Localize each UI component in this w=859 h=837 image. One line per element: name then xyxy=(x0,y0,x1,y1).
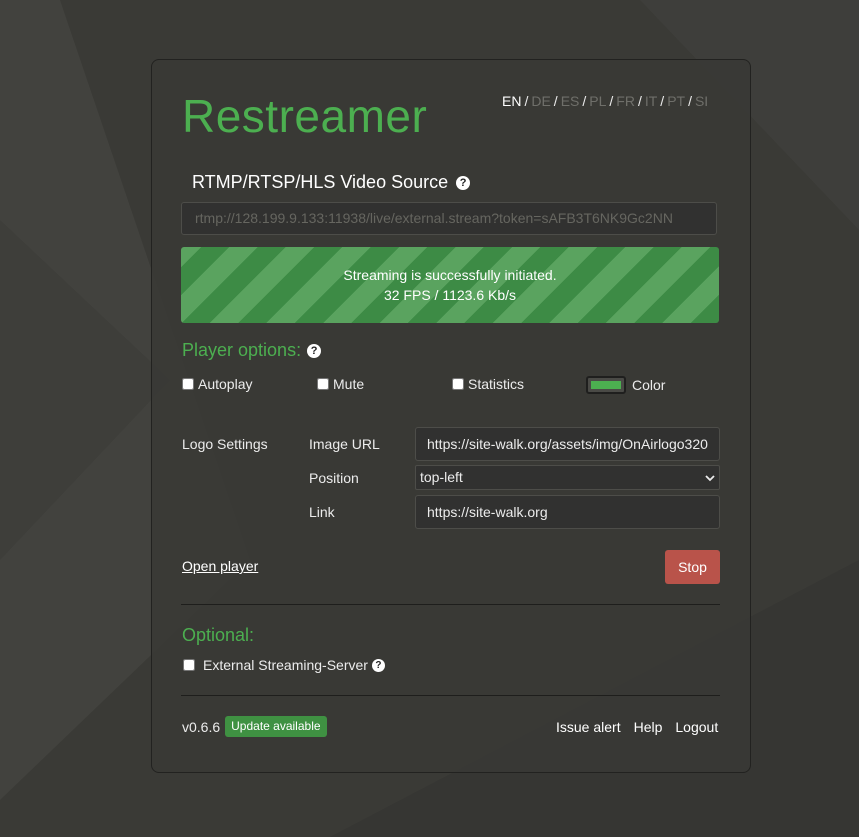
external-server-checkbox[interactable] xyxy=(183,659,195,671)
question-circle-icon[interactable]: ? xyxy=(371,658,385,672)
image-url-input[interactable]: https://site-walk.org/assets/img/OnAirlo… xyxy=(415,427,720,461)
divider xyxy=(181,604,720,605)
lang-it[interactable]: IT xyxy=(645,93,657,109)
external-server-row[interactable]: External Streaming-Server ? xyxy=(183,657,385,673)
question-circle-icon[interactable]: ? xyxy=(307,343,322,358)
mute-label: Mute xyxy=(333,376,365,392)
question-circle-icon[interactable]: ? xyxy=(456,175,471,190)
stop-button[interactable]: Stop xyxy=(665,550,720,584)
logout-link[interactable]: Logout xyxy=(675,719,718,735)
position-label: Position xyxy=(309,470,359,486)
color-swatch[interactable] xyxy=(586,376,626,394)
main-panel: Restreamer EN / DE / ES / PL / FR / IT / PT / SI RTMP/… xyxy=(151,59,751,773)
version-text: v0.6.6 xyxy=(182,718,221,735)
open-player-link[interactable]: Open player xyxy=(182,558,258,574)
footer-links: Issue alert Help Logout xyxy=(556,719,718,735)
position-select-value: top-left xyxy=(420,469,463,485)
logo-settings-label: Logo Settings xyxy=(182,436,268,452)
help-link[interactable]: Help xyxy=(634,719,663,735)
autoplay-label: Autoplay xyxy=(198,376,253,392)
update-badge[interactable]: Update available xyxy=(225,716,327,737)
app-logo-title: Restreamer xyxy=(182,90,428,142)
image-url-label: Image URL xyxy=(309,436,380,452)
color-label: Color xyxy=(632,377,666,393)
autoplay-checkbox[interactable] xyxy=(182,378,194,390)
streaming-status-banner: Streaming is successfully initiated. 32 … xyxy=(181,247,719,323)
lang-en[interactable]: EN xyxy=(502,93,521,109)
issue-alert-link[interactable]: Issue alert xyxy=(556,719,621,735)
lang-fr[interactable]: FR xyxy=(616,93,635,109)
status-message: Streaming is successfully initiated. xyxy=(343,267,557,283)
video-source-input[interactable]: rtmp://128.199.9.133:11938/live/external… xyxy=(181,202,717,235)
chevron-down-icon xyxy=(705,474,715,481)
lang-pt[interactable]: PT xyxy=(667,93,685,109)
color-picker-row: Color xyxy=(586,376,665,394)
version-info: v0.6.6 Update available xyxy=(182,716,327,737)
mute-checkbox[interactable] xyxy=(317,378,329,390)
status-stats: 32 FPS / 1123.6 Kb/s xyxy=(383,287,517,303)
mute-checkbox-row[interactable]: Mute xyxy=(317,376,364,392)
player-options-title: Player options: xyxy=(182,340,302,360)
player-options-heading: Player options: ? xyxy=(182,340,322,361)
lang-es[interactable]: ES xyxy=(561,93,580,109)
autoplay-checkbox-row[interactable]: Autoplay xyxy=(182,376,252,392)
optional-heading: Optional: xyxy=(182,625,255,645)
statistics-checkbox[interactable] xyxy=(452,378,464,390)
lang-pl[interactable]: PL xyxy=(589,93,606,109)
divider xyxy=(181,695,720,696)
video-source-heading: RTMP/RTSP/HLS Video Source ? xyxy=(192,172,471,193)
statistics-label: Statistics xyxy=(468,376,525,392)
link-input[interactable]: https://site-walk.org xyxy=(415,495,720,529)
lang-si[interactable]: SI xyxy=(695,93,708,109)
lang-de[interactable]: DE xyxy=(531,93,550,109)
language-selector: EN / DE / ES / PL / FR / IT / PT / SI xyxy=(502,93,709,109)
position-select[interactable]: top-left xyxy=(415,465,720,490)
external-server-label: External Streaming-Server xyxy=(203,657,368,673)
video-source-title: RTMP/RTSP/HLS Video Source xyxy=(192,172,449,192)
link-label: Link xyxy=(309,504,335,520)
statistics-checkbox-row[interactable]: Statistics xyxy=(452,376,524,392)
